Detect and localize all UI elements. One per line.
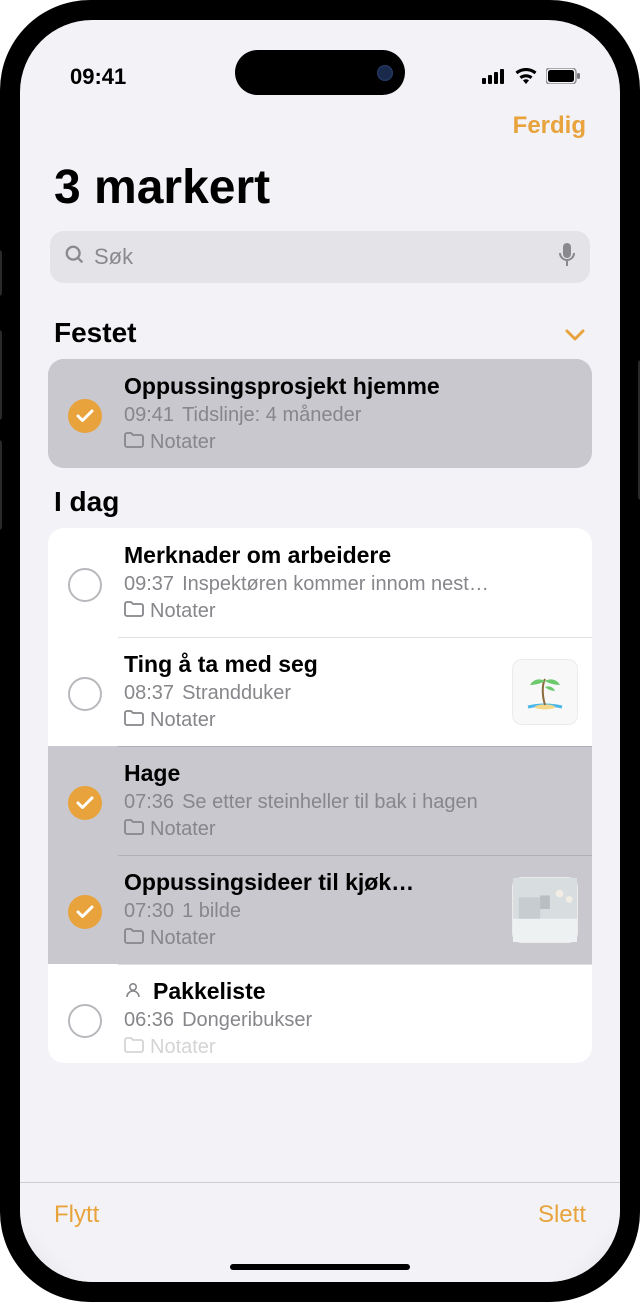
note-row[interactable]: Ting å ta med seg 08:37Strandduker Notat… [48, 637, 592, 746]
move-button[interactable]: Flytt [54, 1201, 99, 1229]
note-subtitle: 07:36Se etter steinheller til bak i hage… [124, 791, 578, 814]
note-title: Merknader om arbeidere [124, 542, 578, 569]
note-row[interactable]: Oppussingsprosjekt hjemme 09:41Tidslinje… [48, 359, 592, 468]
note-title: Hage [124, 760, 578, 787]
folder-icon [124, 600, 144, 623]
note-thumbnail [512, 877, 578, 943]
selection-checkbox[interactable] [68, 568, 102, 602]
front-camera [377, 65, 393, 81]
search-input[interactable] [94, 244, 558, 270]
battery-icon [546, 64, 580, 90]
note-title: Oppussingsideer til kjøk… [124, 869, 500, 896]
screen: 09:41 Ferdig 3 markert [20, 20, 620, 1282]
note-folder: Notater [124, 1036, 578, 1059]
note-row[interactable]: Oppussingsideer til kjøk… 07:301 bilde N… [48, 855, 592, 964]
note-title: Pakkeliste [124, 978, 578, 1005]
content: Ferdig 3 markert Festet [20, 100, 620, 1182]
shared-icon [124, 983, 147, 1003]
silent-switch [0, 250, 2, 296]
note-thumbnail [512, 659, 578, 725]
note-subtitle: 09:41Tidslinje: 4 måneder [124, 404, 578, 427]
home-indicator[interactable] [230, 1264, 410, 1270]
done-button[interactable]: Ferdig [513, 112, 586, 140]
section-header-pinned[interactable]: Festet [20, 299, 620, 359]
note-folder: Notater [124, 927, 500, 950]
today-list: Merknader om arbeidere 09:37Inspektøren … [48, 528, 592, 1063]
wifi-icon [514, 64, 538, 90]
delete-button[interactable]: Slett [538, 1201, 586, 1229]
phone-frame: 09:41 Ferdig 3 markert [0, 0, 640, 1302]
folder-icon [124, 1036, 144, 1059]
folder-icon [124, 818, 144, 841]
dynamic-island [235, 50, 405, 95]
selection-checkbox[interactable] [68, 399, 102, 433]
note-folder: Notater [124, 600, 578, 623]
note-subtitle: 08:37Strandduker [124, 682, 500, 705]
section-label: Festet [54, 317, 136, 349]
nav-bar: Ferdig [20, 100, 620, 152]
selection-checkbox[interactable] [68, 895, 102, 929]
section-header-today: I dag [20, 468, 620, 528]
note-title: Ting å ta med seg [124, 651, 500, 678]
folder-icon [124, 709, 144, 732]
note-subtitle: 07:301 bilde [124, 900, 500, 923]
note-subtitle: 09:37Inspektøren kommer innom nest… [124, 573, 578, 596]
pinned-list: Oppussingsprosjekt hjemme 09:41Tidslinje… [48, 359, 592, 468]
selection-checkbox[interactable] [68, 1004, 102, 1038]
selection-checkbox[interactable] [68, 677, 102, 711]
status-time: 09:41 [70, 64, 126, 90]
note-folder: Notater [124, 818, 578, 841]
search-field[interactable] [50, 231, 590, 283]
note-subtitle: 06:36Dongeribukser [124, 1009, 578, 1032]
search-icon [64, 244, 86, 271]
chevron-down-icon [564, 317, 586, 349]
page-title: 3 markert [20, 152, 620, 231]
dictation-icon[interactable] [558, 243, 576, 272]
note-folder: Notater [124, 709, 500, 732]
note-row[interactable]: Hage 07:36Se etter steinheller til bak i… [48, 746, 592, 855]
section-label: I dag [54, 486, 119, 518]
note-folder: Notater [124, 431, 578, 454]
folder-icon [124, 927, 144, 950]
note-title: Oppussingsprosjekt hjemme [124, 373, 578, 400]
volume-up [0, 330, 2, 420]
folder-icon [124, 431, 144, 454]
selection-checkbox[interactable] [68, 786, 102, 820]
cellular-icon [482, 64, 506, 90]
note-row[interactable]: Merknader om arbeidere 09:37Inspektøren … [48, 528, 592, 637]
volume-down [0, 440, 2, 530]
note-row[interactable]: Pakkeliste 06:36Dongeribukser Notater [48, 964, 592, 1063]
